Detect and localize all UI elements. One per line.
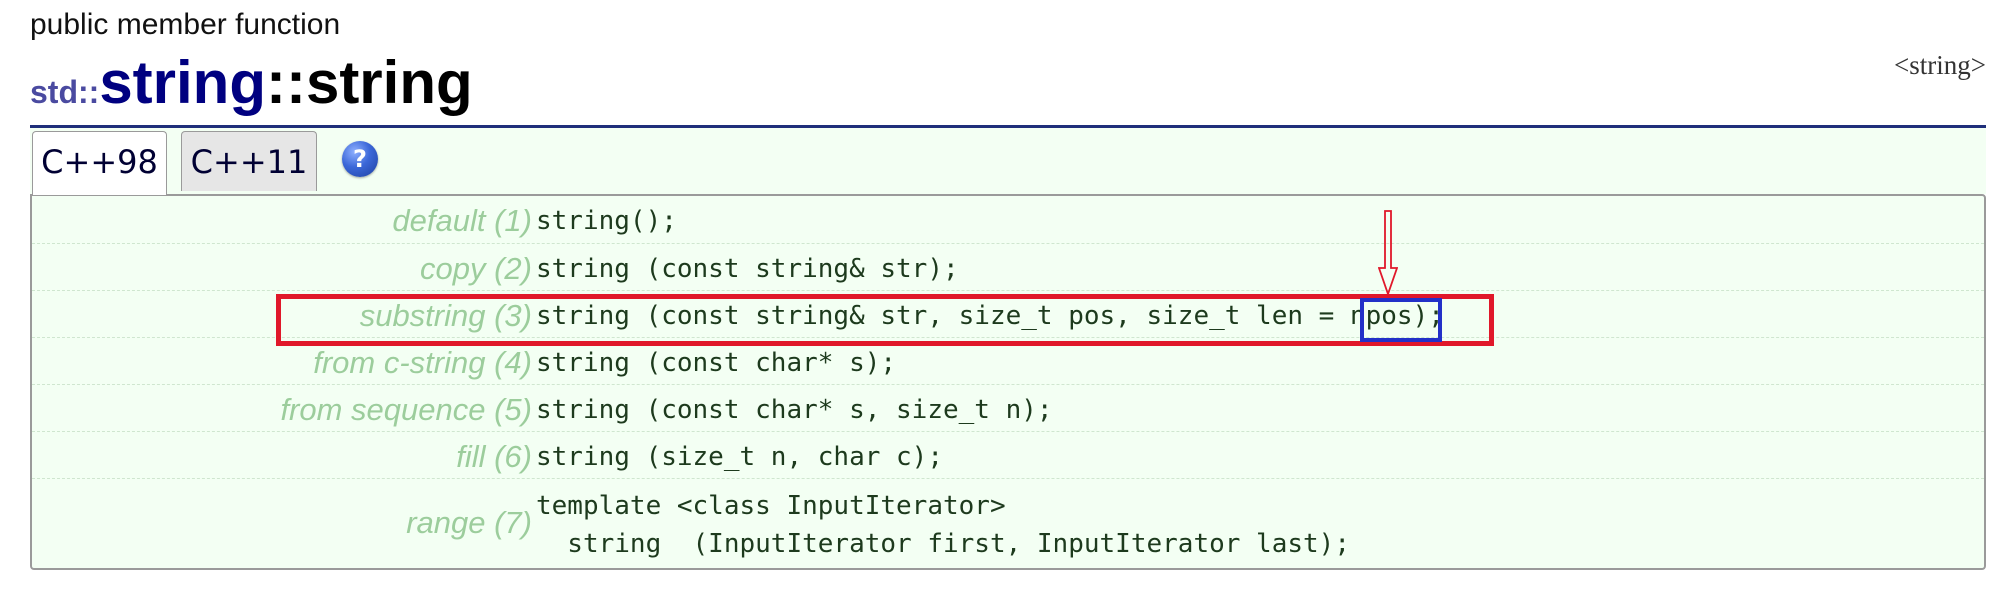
reference-page: public member function std::string::stri…	[0, 0, 2004, 604]
class-name-link[interactable]: string	[99, 49, 266, 116]
overload-row: copy (2) string (const string& str);	[32, 243, 1984, 291]
overload-row: fill (6) string (size_t n, char c);	[32, 431, 1984, 479]
tab-cpp98[interactable]: C++98	[32, 131, 167, 195]
tab-cpp11[interactable]: C++11	[181, 131, 317, 191]
overload-label: fill (6)	[456, 439, 532, 474]
overload-label: from c-string (4)	[313, 345, 532, 380]
member-kind-label: public member function	[30, 8, 341, 41]
overload-label: range (7)	[406, 505, 532, 540]
arrow-down-icon	[1378, 210, 1398, 296]
overload-label: copy (2)	[420, 251, 532, 286]
header-file-link[interactable]: <string>	[1894, 50, 1986, 81]
overload-label: from sequence (5)	[280, 392, 532, 427]
highlight-box-substring	[276, 294, 1494, 346]
overload-signature: string (size_t n, char c);	[536, 442, 943, 472]
help-icon[interactable]: ?	[342, 141, 378, 177]
overload-signature: string();	[536, 206, 677, 236]
overloads-panel: default (1) string(); copy (2) string (c…	[30, 194, 1986, 570]
page-title: std::string::string	[30, 48, 473, 117]
overload-signature: string (const string& str);	[536, 254, 959, 284]
member-name: string	[305, 49, 473, 116]
namespace-prefix[interactable]: std::	[30, 74, 99, 110]
overload-row: from sequence (5) string (const char* s,…	[32, 384, 1984, 432]
tab-bar	[30, 128, 1986, 194]
scope-separator: ::	[265, 49, 306, 116]
overload-signature: string (const char* s, size_t n);	[536, 395, 1053, 425]
highlight-box-npos	[1360, 298, 1442, 342]
overload-row: range (7) template <class InputIterator>…	[32, 478, 1984, 569]
overload-label: default (1)	[392, 203, 532, 238]
overload-signature: string (const char* s);	[536, 348, 897, 378]
overload-signature: template <class InputIterator> string (I…	[536, 491, 1350, 559]
overload-row: default (1) string();	[32, 196, 1984, 243]
